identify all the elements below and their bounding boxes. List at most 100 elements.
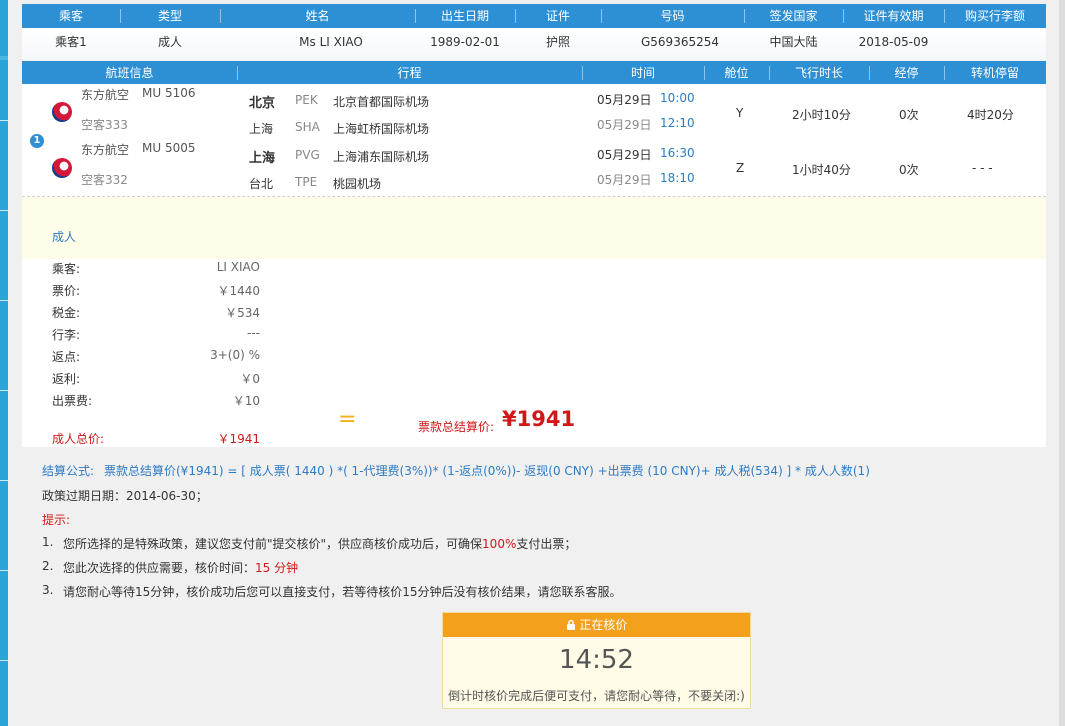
col-name: 姓名 (305, 9, 330, 23)
tip-number: 1. (42, 535, 54, 549)
passenger-table-header: 乘客 类型 姓名 出生日期 证件 号码 签发国家 证件有效期 购买行李额 (22, 4, 1046, 28)
left-scroll-rail (0, 0, 8, 726)
fare-label-rebate: 返利: (52, 372, 81, 386)
segment-arr-code: TPE (295, 175, 318, 189)
passenger-baggage (944, 28, 1046, 56)
passenger-issue-country: 中国大陆 (769, 35, 818, 49)
passenger-row: 乘客1 成人 Ms LI XIAO 1989-02-01 护照 G5693652… (22, 28, 1046, 60)
segment-dep-code: PVG (295, 148, 320, 162)
segment-stops: 0次 (899, 108, 919, 122)
passenger-birthdate: 1989-02-01 (430, 35, 500, 49)
col-stops: 经停 (894, 66, 919, 80)
tip-number: 2. (42, 559, 54, 573)
price-verify-panel: 正在核价 14:52 倒计时核价完成后便可支付，请您耐心等待，不要关闭:) (442, 612, 751, 709)
fare-label-tax: 税金: (52, 306, 81, 320)
segment-arr-airport: 上海虹桥国际机场 (333, 122, 430, 136)
col-cabin: 舱位 (724, 66, 749, 80)
col-document: 证件 (545, 9, 570, 23)
china-eastern-logo-icon (52, 102, 72, 122)
segment-duration: 1小时40分 (792, 163, 851, 177)
tip-number: 3. (42, 583, 54, 597)
flight-segments: 东方航空 MU 5106 空客333 北京 PEK 北京首都国际机场 上海 SH… (22, 84, 1046, 197)
col-number: 号码 (660, 9, 685, 23)
fare-type-label: 成人 (52, 230, 77, 244)
passenger-document: 护照 (545, 35, 570, 49)
verify-status-text: 正在核价 (579, 618, 628, 632)
segment-arr-time: 12:10 (660, 116, 695, 130)
formula-text: 票款总结算价(¥1941) = [ 成人票( 1440 ) *( 1-代理费(3… (104, 464, 870, 478)
tip-text: 您此次选择的供应需要，核价时间：15 分钟 (63, 561, 299, 575)
passenger-index: 乘客1 (55, 35, 87, 49)
segment-cabin: Z (736, 161, 745, 175)
fare-label-passenger: 乘客: (52, 262, 81, 276)
segment-dep-airport: 上海浦东国际机场 (333, 150, 430, 164)
grand-total-value: ¥1941 (502, 407, 576, 431)
col-passenger: 乘客 (58, 9, 83, 23)
fare-label-ticket-fee: 出票费: (52, 394, 93, 408)
col-itinerary: 行程 (397, 66, 422, 80)
segment-aircraft: 空客333 (81, 118, 128, 132)
right-scrollbar[interactable] (1059, 0, 1065, 726)
fare-value-tax: ￥534 (225, 306, 260, 320)
col-flight-info: 航班信息 (105, 66, 154, 80)
segment-duration: 2小时10分 (792, 108, 851, 122)
passenger-doc-expiry: 2018-05-09 (858, 35, 929, 49)
col-baggage: 购买行李额 (964, 9, 1025, 23)
fare-value-passenger: LI XIAO (216, 260, 260, 274)
segment-dep-time: 16:30 (660, 146, 695, 160)
lock-icon (566, 619, 575, 630)
col-doc-expiry: 证件有效期 (863, 9, 924, 23)
segment-arr-airport: 桃园机场 (333, 177, 382, 191)
fare-value-baggage: --- (247, 326, 260, 340)
fare-label-price: 票价: (52, 284, 81, 298)
segment-flight-no: MU 5106 (142, 86, 196, 100)
segment-arr-city: 上海 (249, 122, 274, 136)
segment-aircraft: 空客332 (81, 173, 128, 187)
segment-dep-city: 上海 (249, 151, 276, 166)
china-eastern-logo-icon (52, 158, 72, 178)
countdown-note: 倒计时核价完成后便可支付，请您耐心等待，不要关闭:) (448, 689, 745, 703)
segment-transfer: 4时20分 (967, 108, 1014, 122)
segment-dep-date: 05月29日 (597, 148, 652, 162)
tips-title: 提示: (42, 513, 71, 527)
segment-dep-city: 北京 (249, 96, 276, 111)
passenger-doc-number: G569365254 (640, 35, 719, 49)
route-number-badge: 1 (30, 134, 44, 148)
fare-type-band (22, 197, 1046, 259)
passenger-name: Ms LI XIAO (299, 35, 363, 49)
segment-stops: 0次 (899, 163, 919, 177)
col-duration: 飞行时长 (794, 66, 843, 80)
segment-transfer: - - - (972, 161, 993, 175)
fare-value-rebate: ￥0 (240, 372, 260, 386)
policy-expiry: 政策过期日期：2014-06-30； (42, 489, 208, 503)
tip-text: 请您耐心等待15分钟，核价成功后您可以直接支付，若等待核价15分钟后没有核价结果… (63, 585, 622, 599)
segment-arr-date: 05月29日 (597, 118, 652, 132)
grand-total-label: 票款总结算价: (418, 420, 495, 434)
segment-arr-city: 台北 (249, 177, 274, 191)
col-birthdate: 出生日期 (440, 9, 489, 23)
fare-label-baggage: 行李: (52, 328, 81, 342)
equals-sign: = (338, 407, 357, 432)
segment-arr-code: SHA (295, 120, 320, 134)
segment-flight-no: MU 5005 (142, 141, 196, 155)
fare-value-rebate-point: 3+(0) % (210, 348, 260, 362)
fare-value-price: ￥1440 (217, 284, 260, 298)
formula-label: 结算公式: (42, 464, 95, 478)
segment-dep-time: 10:00 (660, 91, 695, 105)
segment-cabin: Y (736, 106, 744, 120)
fare-value-ticket-fee: ￥10 (232, 394, 260, 408)
fare-total-value: ￥1941 (217, 432, 260, 446)
flight-table-header: 航班信息 行程 时间 舱位 飞行时长 经停 转机停留 (22, 61, 1046, 85)
segment-airline: 东方航空 (81, 88, 130, 102)
fare-breakdown: 成人 乘客: LI XIAO 票价: ￥1440 税金: ￥534 行李: --… (22, 197, 1046, 447)
tip-text: 您所选择的是特殊政策，建议您支付前"提交核价"，供应商核价成功后，可确保100%… (63, 537, 577, 551)
segment-arr-time: 18:10 (660, 171, 695, 185)
col-transfer: 转机停留 (970, 66, 1019, 80)
col-issue-country: 签发国家 (769, 9, 818, 23)
passenger-type: 成人 (157, 35, 182, 49)
segment-arr-date: 05月29日 (597, 173, 652, 187)
segment-dep-airport: 北京首都国际机场 (333, 95, 430, 109)
col-time: 时间 (630, 66, 655, 80)
segment-airline: 东方航空 (81, 143, 130, 157)
fare-total-label: 成人总价: (52, 432, 105, 446)
